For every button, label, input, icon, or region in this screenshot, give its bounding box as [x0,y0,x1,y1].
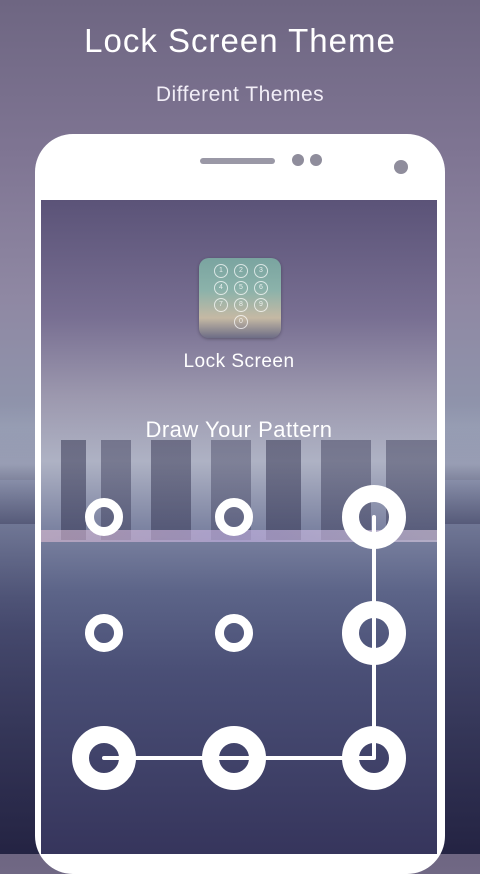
page-subtitle: Different Themes [155,83,325,106]
phone-screen: 1 2 3 4 5 6 7 8 9 0 Lock Screen Draw You… [41,200,437,854]
pattern-node-2[interactable] [215,498,253,536]
pattern-node-7[interactable] [72,726,136,790]
pattern-node-5[interactable] [215,614,253,652]
pattern-node-8[interactable] [202,726,266,790]
pattern-node-3[interactable] [342,485,406,549]
phone-camera [394,160,408,174]
pattern-node-4[interactable] [85,614,123,652]
phone-speaker [200,158,275,164]
phone-sensor-dot [310,154,322,166]
pattern-node-6[interactable] [342,601,406,665]
pattern-node-1[interactable] [85,498,123,536]
page-title: Lock Screen Theme [84,22,396,59]
pattern-node-9[interactable] [342,726,406,790]
phone-sensor-dot [292,154,304,166]
